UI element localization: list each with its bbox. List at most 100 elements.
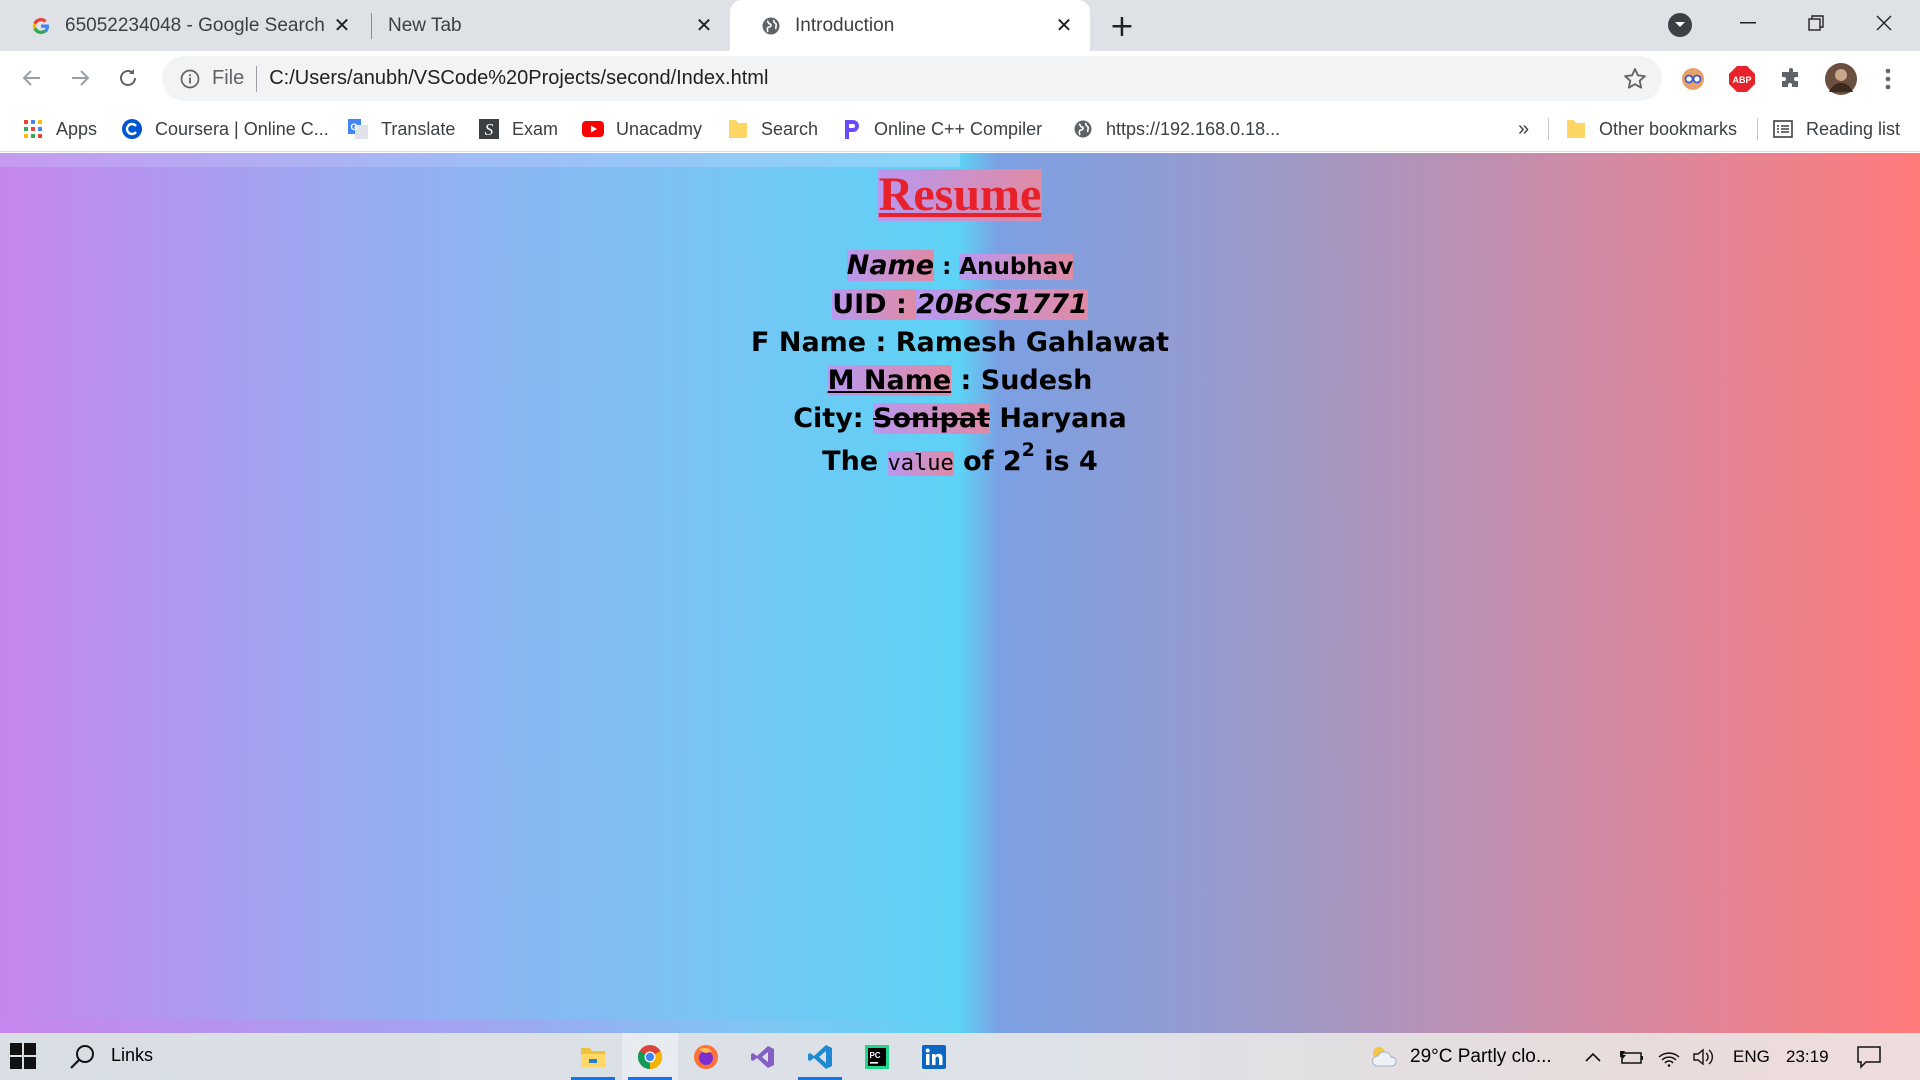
extension-glasses-icon[interactable]	[1678, 64, 1708, 94]
new-tab-button[interactable]: +	[1104, 8, 1140, 44]
name-value: Anubhav	[959, 254, 1074, 280]
exam-icon: S	[478, 118, 500, 140]
bookmark-label: https://192.168.0.18...	[1106, 118, 1281, 139]
close-window-icon[interactable]	[1850, 0, 1918, 46]
globe-icon	[760, 15, 782, 37]
weather-text: 29°C Partly clo...	[1410, 1045, 1552, 1067]
avatar[interactable]	[1823, 61, 1859, 97]
close-tab-icon[interactable]: ✕	[328, 12, 356, 40]
page-title: Resume	[877, 168, 1043, 221]
minimize-icon[interactable]	[1714, 0, 1782, 46]
name-line: Name : Anubhav	[0, 247, 1920, 286]
tab-strip: 65052234048 - Google Search ✕ New Tab ✕ …	[0, 0, 1920, 51]
math-suffix: is 4	[1034, 446, 1098, 477]
firefox-icon[interactable]	[678, 1033, 734, 1080]
svg-text:ABP: ABP	[1732, 75, 1751, 85]
mother-name-value: Sudesh	[980, 365, 1093, 396]
tab-google-search[interactable]: 65052234048 - Google Search ✕	[0, 0, 368, 51]
close-tab-icon[interactable]: ✕	[690, 12, 718, 40]
father-name-value: Ramesh Gahlawat	[895, 327, 1169, 358]
menu-kebab-icon[interactable]	[1873, 64, 1903, 94]
clock[interactable]: 23:19	[1786, 1033, 1829, 1080]
info-icon[interactable]	[178, 67, 202, 91]
tab-new-tab[interactable]: New Tab ✕	[372, 0, 730, 51]
file-scheme-label: File	[212, 67, 245, 89]
mother-name-line: M Name : Sudesh	[0, 362, 1920, 400]
folder-icon	[727, 118, 749, 140]
bookmark-search-folder[interactable]: Search	[727, 106, 818, 152]
bookmark-label: Exam	[512, 118, 559, 139]
divider	[1757, 118, 1758, 140]
page-margin	[0, 153, 960, 167]
reload-icon[interactable]	[110, 60, 146, 96]
tab-title: 65052234048 - Google Search	[65, 14, 325, 36]
uid-line: UID : 20BCS1771	[0, 286, 1920, 324]
bookmarks-overflow-button[interactable]: »	[1518, 106, 1529, 152]
bookmark-label: Unacadmy	[616, 118, 703, 139]
bookmark-apps[interactable]: Apps	[22, 106, 97, 152]
linkedin-icon[interactable]	[906, 1033, 962, 1080]
translate-icon: G	[347, 118, 369, 140]
file-explorer-icon[interactable]	[565, 1033, 621, 1080]
father-name-label: F Name :	[751, 327, 896, 358]
extensions-puzzle-icon[interactable]	[1776, 64, 1806, 94]
windows-start-icon[interactable]	[10, 1043, 36, 1069]
bookmark-exam[interactable]: S Exam	[478, 106, 558, 152]
forward-arrow-icon[interactable]	[62, 60, 98, 96]
code-value: value	[887, 451, 954, 476]
bookmark-translate[interactable]: G Translate	[347, 106, 455, 152]
volume-icon[interactable]	[1692, 1033, 1716, 1080]
visual-studio-icon[interactable]	[735, 1033, 791, 1080]
wifi-icon[interactable]	[1657, 1033, 1681, 1080]
other-bookmarks[interactable]: Other bookmarks	[1565, 106, 1737, 152]
google-icon	[30, 15, 52, 37]
city-struck: Sonipat	[873, 403, 990, 434]
vscode-icon[interactable]	[792, 1033, 848, 1080]
divider	[1548, 118, 1549, 140]
back-arrow-icon[interactable]	[14, 60, 50, 96]
show-hidden-icons-icon[interactable]	[1584, 1033, 1602, 1080]
name-label: Name	[846, 250, 935, 281]
resume-content: Resume Name : Anubhav UID : 20BCS1771 F …	[0, 167, 1920, 483]
bookmark-unacadmy[interactable]: Unacadmy	[582, 106, 702, 152]
bookmark-label: Search	[761, 118, 819, 139]
city-label: City:	[793, 403, 874, 434]
close-tab-icon[interactable]: ✕	[1050, 12, 1078, 40]
browser-toolbar: File C:/Users/anubh/VSCode%20Projects/se…	[0, 51, 1920, 106]
father-name-line: F Name : Ramesh Gahlawat	[0, 324, 1920, 362]
language-indicator[interactable]: ENG	[1733, 1033, 1770, 1080]
mother-name-label: M Name	[827, 365, 952, 396]
tab-title: New Tab	[388, 14, 462, 36]
bookmark-label: Translate	[381, 118, 456, 139]
math-prefix: The	[822, 446, 888, 477]
notifications-icon[interactable]	[1856, 1033, 1882, 1080]
search-icon[interactable]	[68, 1043, 96, 1071]
bookmark-coursera[interactable]: Coursera | Online C...	[121, 106, 329, 152]
bookmark-star-icon[interactable]	[1622, 66, 1648, 92]
chrome-icon[interactable]	[622, 1033, 678, 1080]
bookmark-label: Online C++ Compiler	[874, 118, 1043, 139]
divider	[256, 65, 258, 92]
tab-title: Introduction	[795, 14, 895, 36]
pycharm-icon[interactable]: PC	[849, 1033, 905, 1080]
address-bar[interactable]: File C:/Users/anubh/VSCode%20Projects/se…	[162, 56, 1662, 101]
math-line: The value of 22 is 4	[0, 441, 1920, 483]
city-line: City: Sonipat Haryana	[0, 400, 1920, 438]
bookmark-label: Reading list	[1806, 118, 1901, 139]
battery-icon[interactable]	[1619, 1033, 1645, 1080]
bookmark-local-ip[interactable]: https://192.168.0.18...	[1072, 106, 1280, 152]
url-text[interactable]: C:/Users/anubh/VSCode%20Projects/second/…	[269, 67, 768, 90]
tab-introduction[interactable]: Introduction ✕	[730, 0, 1090, 51]
reading-list[interactable]: Reading list	[1772, 106, 1900, 152]
taskbar: Links PC 29°C Partly clo... ENG 23:19	[0, 1033, 1920, 1080]
tab-search-icon[interactable]	[1668, 13, 1692, 37]
weather-widget[interactable]: 29°C Partly clo...	[1368, 1033, 1552, 1080]
adblock-icon[interactable]: ABP	[1727, 64, 1757, 94]
restore-icon[interactable]	[1782, 0, 1850, 46]
taskbar-search-label[interactable]: Links	[111, 1045, 153, 1066]
apps-grid-icon	[22, 118, 44, 140]
bookmark-cpp-compiler[interactable]: Online C++ Compiler	[840, 106, 1042, 152]
folder-icon	[1565, 118, 1587, 140]
svg-text:S: S	[485, 120, 494, 139]
bookmark-label: Apps	[56, 118, 98, 139]
